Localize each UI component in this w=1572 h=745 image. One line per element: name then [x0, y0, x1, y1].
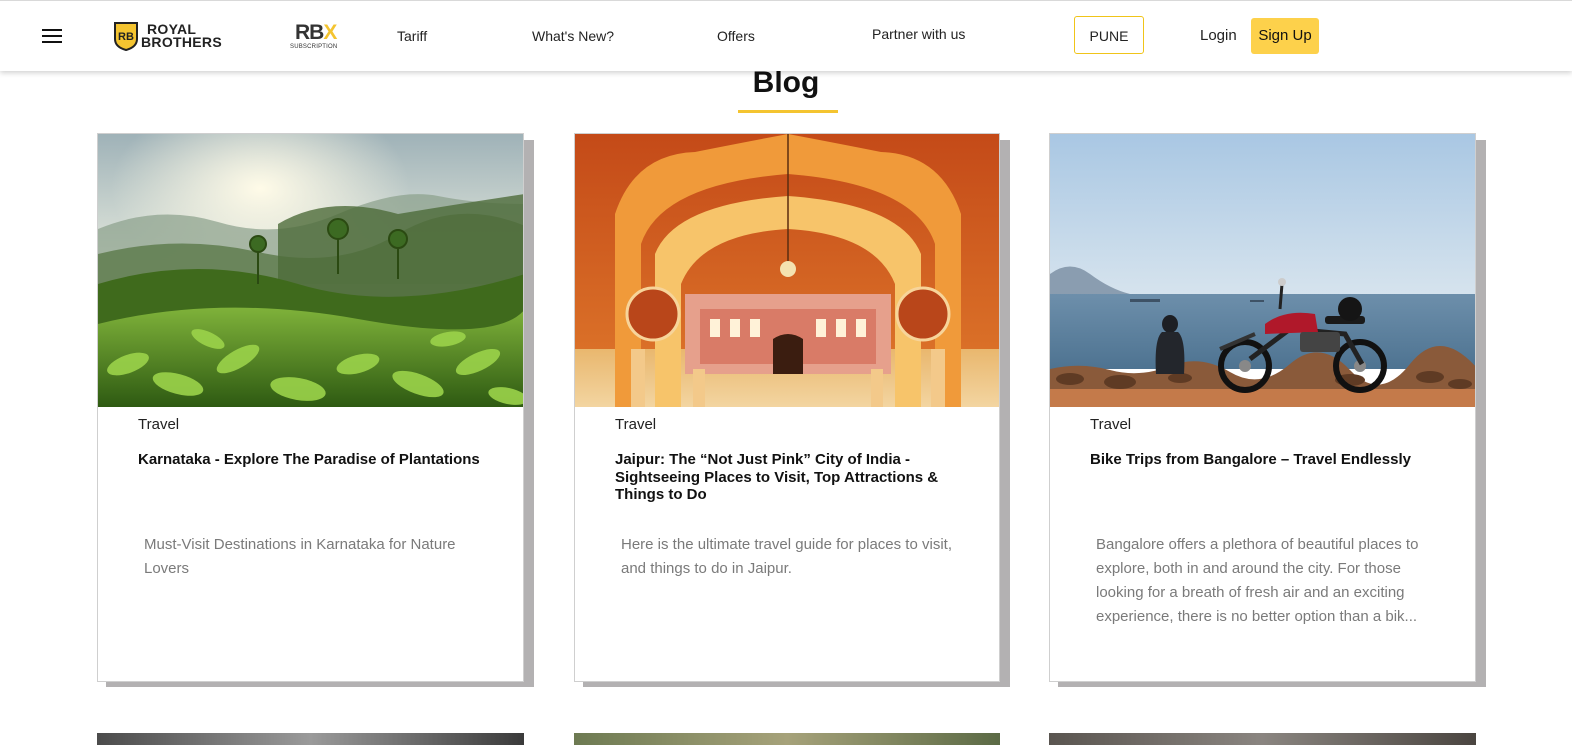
card-category: Travel — [615, 416, 657, 433]
blog-card-jaipur[interactable]: Travel Jaipur: The “Not Just Pink” City … — [574, 133, 1000, 682]
nav-whats-new[interactable]: What's New? — [532, 28, 614, 44]
rbx-subscription-logo[interactable]: RBX SUBSCRIPTION — [290, 21, 346, 53]
login-link[interactable]: Login — [1200, 27, 1237, 44]
signup-button[interactable]: Sign Up — [1251, 18, 1319, 54]
nav-offers[interactable]: Offers — [717, 28, 755, 44]
card-title[interactable]: Karnataka - Explore The Paradise of Plan… — [138, 451, 488, 469]
svg-text:RB: RB — [118, 31, 134, 43]
city-selector-button[interactable]: PUNE — [1074, 16, 1144, 54]
jaipur-palace-image[interactable] — [575, 134, 999, 407]
card-title[interactable]: Jaipur: The “Not Just Pink” City of Indi… — [615, 451, 965, 504]
heading-underline — [738, 110, 838, 113]
blog-card-bangalore-bike-trips[interactable]: Travel Bike Trips from Bangalore – Trave… — [1049, 133, 1476, 682]
rb-shield-icon: RB — [114, 22, 138, 51]
card-title[interactable]: Bike Trips from Bangalore – Travel Endle… — [1090, 451, 1440, 469]
nav-tariff[interactable]: Tariff — [397, 28, 427, 44]
card-excerpt: Must-Visit Destinations in Karnataka for… — [144, 536, 456, 577]
royal-brothers-logo[interactable]: RB ROYAL BROTHERS — [112, 19, 224, 53]
tea-plantation-image[interactable] — [98, 134, 523, 407]
top-navbar: RB ROYAL BROTHERS RBX SUBSCRIPTION Tarif… — [0, 0, 1572, 71]
blog-heading: Blog — [752, 66, 820, 99]
next-card-image-partial — [1049, 733, 1476, 745]
nav-partner-with-us[interactable]: Partner with us — [872, 26, 965, 42]
logo-wordmark: ROYAL BROTHERS — [141, 21, 222, 50]
blog-card-karnataka[interactable]: Travel Karnataka - Explore The Paradise … — [97, 133, 524, 682]
card-category: Travel — [1090, 416, 1132, 433]
card-category: Travel — [138, 416, 180, 433]
card-excerpt: Bangalore offers a plethora of beautiful… — [1096, 536, 1419, 625]
next-card-image-partial — [97, 733, 524, 745]
card-excerpt: Here is the ultimate travel guide for pl… — [621, 536, 952, 577]
menu-icon[interactable] — [42, 28, 62, 44]
next-card-image-partial — [574, 733, 1000, 745]
motorcycle-by-sea-image[interactable] — [1050, 134, 1475, 407]
